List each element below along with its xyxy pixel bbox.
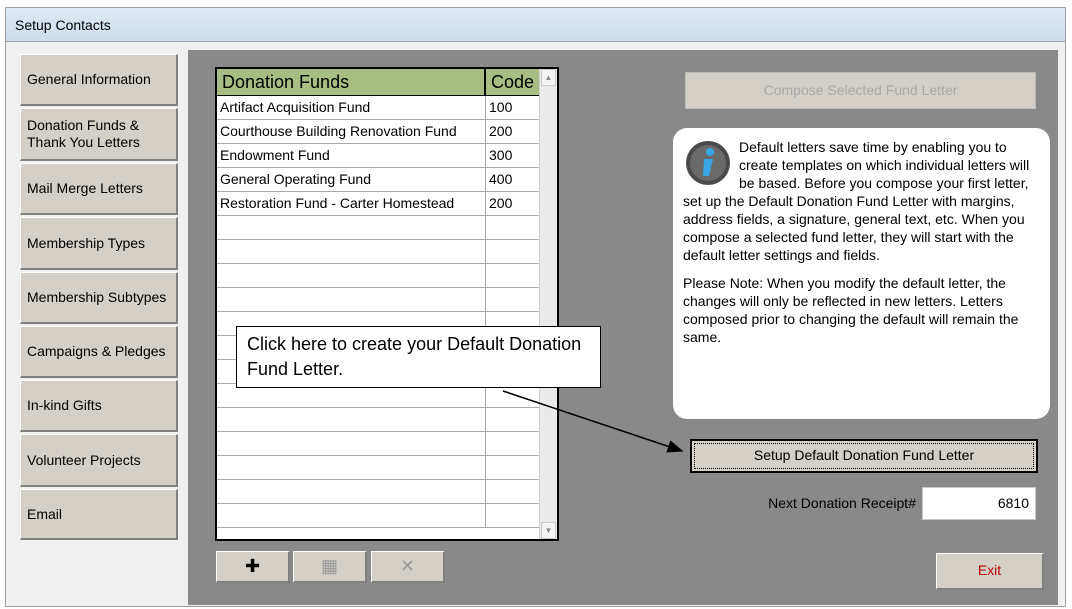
header-donation-funds: Donation Funds [217, 69, 485, 95]
title-bar: Setup Contacts [6, 8, 1065, 42]
callout-text: Click here to create your Default Donati… [247, 334, 582, 379]
table-row[interactable] [217, 456, 540, 480]
setup-contacts-window: Setup Contacts General Information Donat… [5, 7, 1066, 607]
table-row[interactable] [217, 264, 540, 288]
table-row[interactable]: Courthouse Building Renovation Fund 200 [217, 120, 540, 144]
fund-code-cell: 300 [485, 144, 540, 167]
fund-code-cell [485, 504, 540, 527]
table-row[interactable] [217, 216, 540, 240]
fund-code-cell [485, 480, 540, 503]
fund-name-cell [217, 456, 485, 479]
nav-mail-merge-letters[interactable]: Mail Merge Letters [20, 163, 178, 215]
fund-code-cell [485, 264, 540, 287]
fund-code-cell [485, 456, 540, 479]
table-row[interactable] [217, 408, 540, 432]
fund-name-cell [217, 504, 485, 527]
delete-fund-button[interactable]: ✕ [371, 551, 445, 583]
x-icon: ✕ [399, 556, 416, 576]
scroll-down-icon[interactable]: ▼ [541, 522, 556, 539]
fund-name-cell [217, 216, 485, 239]
table-header: Donation Funds Code [217, 69, 540, 96]
nav-volunteer-projects[interactable]: Volunteer Projects [20, 434, 178, 487]
fund-code-cell [485, 240, 540, 263]
header-code: Code [485, 69, 540, 95]
add-fund-button[interactable]: ✚ [216, 551, 290, 583]
nav-membership-subtypes[interactable]: Membership Subtypes [20, 272, 178, 324]
compose-selected-fund-letter-button[interactable]: Compose Selected Fund Letter [685, 72, 1036, 109]
donation-funds-table[interactable]: Donation Funds Code Artifact Acquisition… [215, 67, 559, 541]
fund-code-cell [485, 432, 540, 455]
table-row[interactable] [217, 288, 540, 312]
table-row[interactable] [217, 240, 540, 264]
info-paragraph-2: Please Note: When you modify the default… [683, 275, 1019, 345]
nav-general-information[interactable]: General Information [20, 54, 178, 106]
fund-code-cell: 100 [485, 96, 540, 119]
info-paragraph-1: Default letters save time by enabling yo… [683, 139, 1030, 263]
table-row[interactable] [217, 504, 540, 528]
setup-default-letter-button[interactable]: Setup Default Donation Fund Letter [690, 439, 1038, 473]
fund-code-cell [485, 216, 540, 239]
table-row[interactable]: Endowment Fund 300 [217, 144, 540, 168]
edit-document-icon: ▦ [320, 556, 338, 576]
nav-campaigns-pledges[interactable]: Campaigns & Pledges [20, 326, 178, 378]
plus-icon: ✚ [244, 556, 261, 576]
info-panel: Default letters save time by enabling yo… [673, 128, 1050, 419]
fund-name-cell [217, 480, 485, 503]
callout-tooltip: Click here to create your Default Donati… [236, 326, 601, 388]
fund-name-cell: Courthouse Building Renovation Fund [220, 123, 457, 139]
edit-fund-button[interactable]: ▦ [293, 551, 367, 583]
fund-name-cell [217, 288, 485, 311]
table-row[interactable] [217, 480, 540, 504]
fund-code-cell [485, 408, 540, 431]
nav-donation-funds[interactable]: Donation Funds & Thank You Letters [20, 108, 178, 161]
nav-email[interactable]: Email [20, 489, 178, 540]
fund-name-cell: Endowment Fund [220, 147, 330, 163]
table-row[interactable]: Restoration Fund - Carter Homestead 200 [217, 192, 540, 216]
fund-name-cell: Restoration Fund - Carter Homestead [220, 195, 455, 211]
scroll-up-icon[interactable]: ▲ [541, 69, 556, 86]
fund-code-cell: 200 [485, 192, 540, 215]
info-icon [686, 141, 730, 185]
fund-name-cell [217, 264, 485, 287]
next-receipt-input[interactable]: 6810 [922, 487, 1036, 520]
fund-name-cell [217, 408, 485, 431]
next-receipt-label: Next Donation Receipt# [768, 495, 916, 511]
fund-code-cell [485, 288, 540, 311]
window-title: Setup Contacts [15, 17, 111, 33]
nav-in-kind-gifts[interactable]: In-kind Gifts [20, 380, 178, 432]
table-scrollbar[interactable]: ▲ ▼ [539, 69, 557, 539]
fund-code-cell: 400 [485, 168, 540, 191]
exit-button[interactable]: Exit [936, 553, 1044, 590]
nav-membership-types[interactable]: Membership Types [20, 217, 178, 270]
fund-name-cell: Artifact Acquisition Fund [220, 99, 371, 115]
fund-name-cell [217, 432, 485, 455]
fund-name-cell: General Operating Fund [220, 171, 371, 187]
table-row[interactable] [217, 432, 540, 456]
table-row[interactable]: Artifact Acquisition Fund 100 [217, 96, 540, 120]
fund-code-cell: 200 [485, 120, 540, 143]
fund-name-cell [217, 240, 485, 263]
table-row[interactable]: General Operating Fund 400 [217, 168, 540, 192]
